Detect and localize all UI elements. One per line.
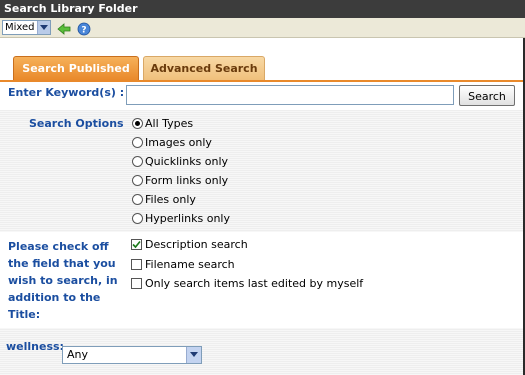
radio-button[interactable] bbox=[132, 156, 143, 167]
radio-quicklinks-only[interactable]: Quicklinks only bbox=[132, 154, 228, 170]
radio-button[interactable] bbox=[132, 175, 143, 186]
search-options-label: Search Options bbox=[29, 117, 124, 130]
wellness-label: wellness: bbox=[6, 340, 64, 353]
radio-label: Quicklinks only bbox=[145, 155, 229, 168]
help-icon[interactable]: ? bbox=[77, 21, 91, 36]
checkbox-label: Filename search bbox=[145, 258, 235, 271]
back-arrow-icon[interactable] bbox=[57, 21, 71, 35]
checkbox[interactable] bbox=[131, 278, 142, 289]
radio-hyperlinks-only[interactable]: Hyperlinks only bbox=[132, 211, 230, 227]
checkbox-filename-search[interactable]: Filename search bbox=[131, 257, 235, 273]
checkbox-label: Description search bbox=[145, 238, 248, 251]
chevron-down-icon[interactable] bbox=[186, 347, 201, 363]
checkbox-description-search[interactable]: Description search bbox=[131, 237, 248, 253]
wellness-section: wellness: Any bbox=[0, 328, 525, 375]
radio-form-links-only[interactable]: Form links only bbox=[132, 173, 228, 189]
checkmark-icon bbox=[132, 240, 141, 249]
radio-label: Images only bbox=[145, 136, 212, 149]
checkbox[interactable] bbox=[131, 239, 142, 250]
tab-bar: Search Published Advanced Search bbox=[0, 38, 525, 82]
radio-button[interactable] bbox=[132, 137, 143, 148]
keyword-input[interactable] bbox=[126, 85, 454, 105]
keyword-label: Enter Keyword(s) : bbox=[8, 86, 125, 99]
svg-text:?: ? bbox=[81, 26, 86, 36]
radio-button[interactable] bbox=[132, 194, 143, 205]
search-button[interactable]: Search bbox=[459, 85, 515, 106]
search-fields-section: Please check off the field that you wish… bbox=[0, 232, 525, 328]
tab-search-published[interactable]: Search Published bbox=[13, 56, 139, 80]
checkbox-only-my-edits[interactable]: Only search items last edited by myself bbox=[131, 276, 363, 292]
radio-files-only[interactable]: Files only bbox=[132, 192, 196, 208]
mode-select[interactable]: Mixed bbox=[2, 20, 51, 35]
keyword-row: Enter Keyword(s) : Search bbox=[0, 82, 525, 110]
checkbox[interactable] bbox=[131, 259, 142, 270]
radio-button[interactable] bbox=[132, 213, 143, 224]
tab-advanced-search[interactable]: Advanced Search bbox=[143, 56, 265, 80]
radio-label: Hyperlinks only bbox=[145, 212, 231, 225]
search-options-section: Search Options All Types Images only Qui… bbox=[0, 110, 525, 232]
wellness-select-value: Any bbox=[67, 348, 89, 361]
radio-label: All Types bbox=[145, 117, 194, 130]
toolbar: Mixed ? bbox=[0, 18, 525, 38]
window-title: Search Library Folder bbox=[0, 0, 525, 18]
wellness-select[interactable]: Any bbox=[62, 346, 202, 364]
radio-label: Form links only bbox=[145, 174, 229, 187]
mode-select-value: Mixed bbox=[5, 22, 35, 33]
radio-button[interactable] bbox=[132, 118, 143, 129]
chevron-down-icon[interactable] bbox=[37, 21, 50, 34]
radio-all-types[interactable]: All Types bbox=[132, 116, 193, 132]
checkbox-label: Only search items last edited by myself bbox=[145, 277, 364, 290]
search-fields-label: Please check off the field that you wish… bbox=[8, 240, 118, 321]
radio-label: Files only bbox=[145, 193, 196, 206]
radio-images-only[interactable]: Images only bbox=[132, 135, 212, 151]
